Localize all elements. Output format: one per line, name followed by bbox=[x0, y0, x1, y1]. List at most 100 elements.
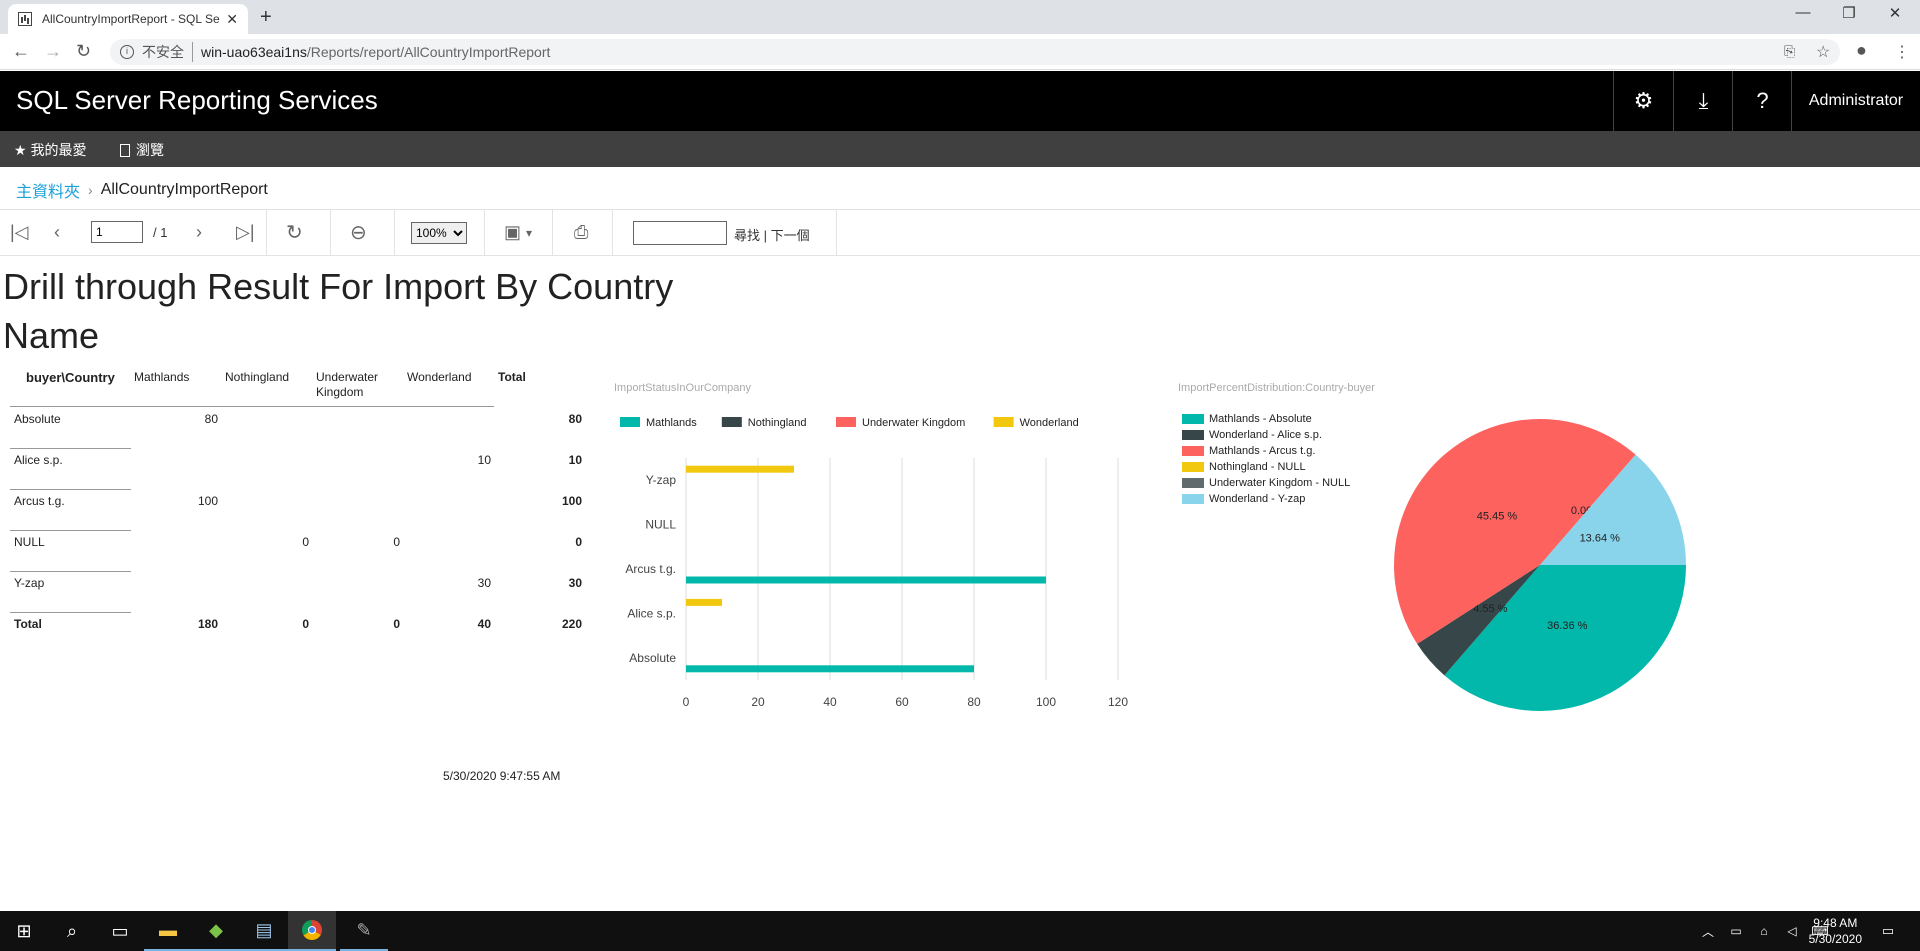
legend-swatch bbox=[836, 417, 856, 427]
pie-legend-item: Wonderland - Alice s.p. bbox=[1182, 429, 1322, 441]
windows-start-icon[interactable]: ⊞ bbox=[0, 911, 48, 951]
menu-kebab-icon[interactable]: ⋮ bbox=[1894, 42, 1910, 62]
user-menu-button[interactable]: Administrator bbox=[1791, 71, 1920, 131]
tray-chevron-up-icon[interactable]: ︿ bbox=[1696, 911, 1720, 951]
bar-chart: Mathlands Nothingland Underwater Kingdom Wo… bbox=[620, 417, 1128, 709]
tray-date: 5/30/2020 bbox=[1808, 932, 1862, 946]
x-tick-label: 20 bbox=[751, 695, 765, 709]
y-category-label: Y-zap bbox=[646, 473, 677, 487]
app-title[interactable]: SQL Server Reporting Services bbox=[16, 85, 378, 116]
bar bbox=[686, 598, 722, 606]
legend-label: Wonderland - Y-zap bbox=[1209, 493, 1306, 505]
pie-data-label: 36.36 % bbox=[1547, 620, 1588, 632]
tab-close-icon[interactable]: ✕ bbox=[226, 11, 238, 28]
next-page-icon[interactable]: › bbox=[196, 222, 202, 243]
find-text-input[interactable] bbox=[633, 221, 727, 245]
chevron-right-icon: › bbox=[88, 182, 93, 198]
breadcrumb-home-link[interactable]: 主資料夾 bbox=[16, 178, 80, 202]
translate-icon[interactable]: ⎘ bbox=[1784, 43, 1795, 60]
column-header: Nothingland bbox=[225, 370, 290, 384]
legend-label: Underwater Kingdom - NULL bbox=[1209, 477, 1351, 489]
matrix-cell: 100 bbox=[561, 494, 582, 508]
notifications-icon[interactable]: ▭ bbox=[1876, 911, 1900, 951]
server-manager-icon[interactable]: ◆ bbox=[192, 911, 240, 951]
browse-link[interactable]: 瀏覽 bbox=[120, 140, 164, 160]
document-app-icon[interactable]: ▤ bbox=[240, 911, 288, 951]
task-view-icon[interactable]: ▭ bbox=[96, 911, 144, 951]
reload-icon[interactable]: ↻ bbox=[76, 41, 91, 62]
pie-chart: 36.36 %4.55 %45.45 %0.00 %13.64 % bbox=[1394, 419, 1686, 711]
y-category-label: Arcus t.g. bbox=[625, 562, 676, 576]
settings-gear-icon[interactable]: ⚙ bbox=[1613, 71, 1673, 131]
tray-clock[interactable]: 9:48 AM 5/30/2020 bbox=[1809, 915, 1862, 947]
find-next-links[interactable]: 尋找 | 下一個 bbox=[734, 225, 810, 244]
browser-tab-bar: AllCountryImportReport - SQL Se ✕ + — ❐ … bbox=[0, 0, 1920, 34]
row-header: Y-zap bbox=[14, 576, 45, 590]
legend-swatch bbox=[1182, 446, 1204, 456]
column-header: Underwater Kingdom bbox=[316, 370, 379, 399]
row-header: Alice s.p. bbox=[14, 453, 63, 467]
page-number-input[interactable] bbox=[91, 221, 143, 243]
bar-chart-title: ImportStatusInOurCompany bbox=[614, 382, 751, 394]
chrome-icon[interactable] bbox=[288, 911, 336, 951]
tools-app-icon[interactable]: ✎ bbox=[340, 911, 388, 951]
refresh-icon[interactable]: ↻ bbox=[286, 220, 303, 245]
tab-title: AllCountryImportReport - SQL Se bbox=[42, 12, 220, 26]
info-icon[interactable]: i bbox=[120, 45, 134, 59]
zoom-select[interactable]: 100% bbox=[411, 222, 467, 244]
x-tick-label: 40 bbox=[823, 695, 837, 709]
first-page-icon[interactable]: |◁ bbox=[10, 222, 29, 243]
volume-icon[interactable]: ◁ bbox=[1780, 911, 1804, 951]
browser-tab[interactable]: AllCountryImportReport - SQL Se ✕ bbox=[8, 4, 248, 34]
file-explorer-icon[interactable]: ▬ bbox=[144, 911, 192, 951]
new-tab-icon[interactable]: + bbox=[260, 6, 272, 29]
pie-chart-title: ImportPercentDistribution:Country-buyer bbox=[1178, 382, 1375, 394]
back-icon[interactable]: ← bbox=[12, 41, 30, 62]
y-category-label: NULL bbox=[645, 518, 676, 532]
forward-icon[interactable]: → bbox=[44, 41, 62, 62]
legend-swatch bbox=[721, 417, 742, 427]
favorites-label: 我的最愛 bbox=[30, 142, 87, 158]
url-input[interactable]: i 不安全 win-uao63eai1ns /Reports/report/Al… bbox=[110, 39, 1840, 65]
minimize-icon[interactable]: — bbox=[1780, 4, 1826, 21]
battery-icon[interactable]: ▭ bbox=[1724, 911, 1748, 951]
matrix-cell: 10 bbox=[477, 453, 491, 467]
export-save-icon[interactable]: ▣ bbox=[504, 222, 521, 243]
legend-swatch bbox=[620, 417, 640, 427]
matrix-cell: 80 bbox=[204, 412, 218, 426]
row-header: Arcus t.g. bbox=[14, 494, 65, 508]
pie-legend-item: Wonderland - Y-zap bbox=[1182, 493, 1305, 505]
legend-entry: Underwater Kingdom bbox=[862, 417, 965, 429]
column-header: Mathlands bbox=[134, 370, 190, 384]
tray-time: 9:48 AM bbox=[1813, 916, 1858, 930]
print-icon[interactable]: ⎙ bbox=[574, 222, 588, 243]
total-row-label: Total bbox=[14, 617, 42, 631]
previous-page-icon[interactable]: ‹ bbox=[54, 222, 60, 243]
legend-swatch bbox=[1182, 462, 1204, 472]
download-icon[interactable]: ⤓ bbox=[1673, 71, 1733, 131]
window-close-icon[interactable]: ✕ bbox=[1872, 4, 1918, 22]
last-page-icon[interactable]: ▷| bbox=[236, 222, 255, 243]
star-icon: ★ bbox=[14, 141, 27, 158]
legend-entry: Wonderland bbox=[1020, 417, 1079, 429]
profile-icon[interactable]: ● bbox=[1856, 40, 1867, 61]
pie-legend-item: Nothingland - NULL bbox=[1182, 461, 1306, 473]
matrix-cell: 180 bbox=[197, 617, 218, 631]
matrix-cell: 30 bbox=[568, 576, 582, 590]
matrix-cell: 0 bbox=[575, 535, 582, 549]
pie-legend-item: Underwater Kingdom - NULL bbox=[1182, 477, 1350, 489]
bookmark-star-icon[interactable]: ☆ bbox=[1816, 42, 1830, 62]
favorites-link[interactable]: ★ 我的最愛 bbox=[14, 140, 87, 160]
row-header: Absolute bbox=[14, 412, 61, 426]
back-to-parent-icon[interactable]: ⊖ bbox=[350, 220, 367, 245]
matrix-cell: 30 bbox=[477, 576, 491, 590]
chevron-down-icon[interactable]: ▾ bbox=[526, 226, 532, 240]
insecure-label: 不安全 bbox=[142, 42, 193, 62]
search-icon[interactable]: ⌕ bbox=[48, 911, 96, 951]
restore-icon[interactable]: ❐ bbox=[1826, 4, 1872, 22]
legend-entry: Nothingland bbox=[748, 417, 807, 429]
pie-data-label: 4.55 % bbox=[1473, 603, 1507, 615]
network-icon[interactable]: ⌂ bbox=[1752, 911, 1776, 951]
help-icon[interactable]: ? bbox=[1732, 71, 1792, 131]
breadcrumb-current: AllCountryImportReport bbox=[100, 181, 268, 198]
